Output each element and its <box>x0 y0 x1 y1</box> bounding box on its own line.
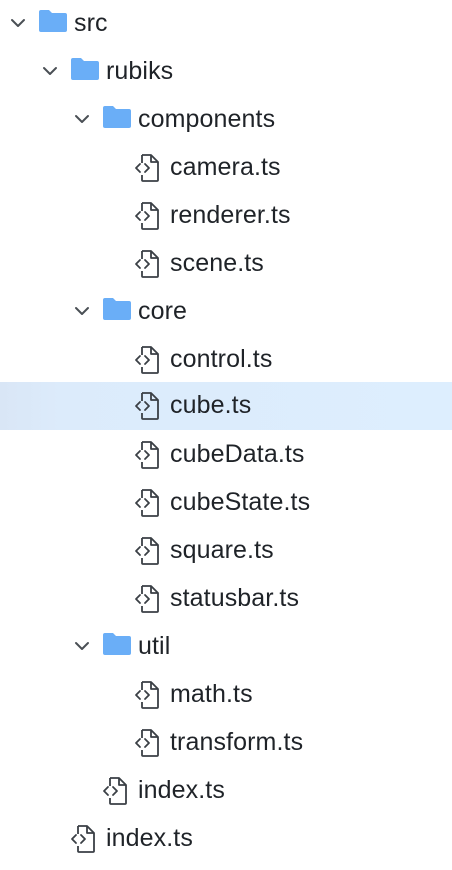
tree-file-square[interactable]: square.ts <box>0 527 452 575</box>
tree-folder-core[interactable]: core <box>0 288 452 336</box>
tree-file-statusbar[interactable]: statusbar.ts <box>0 575 452 623</box>
tree-item-label: cube.ts <box>170 391 252 419</box>
code-file-icon <box>135 346 159 374</box>
tree-item-label: renderer.ts <box>170 201 291 229</box>
folder-icon <box>103 106 131 128</box>
code-file-icon <box>135 585 159 613</box>
tree-file-scene[interactable]: scene.ts <box>0 240 452 288</box>
tree-item-label: math.ts <box>170 680 253 708</box>
code-file-icon <box>71 825 95 853</box>
tree-file-transform[interactable]: transform.ts <box>0 719 452 767</box>
tree-item-label: index.ts <box>106 824 193 852</box>
code-file-icon <box>135 681 159 709</box>
tree-folder-src[interactable]: src <box>0 0 452 48</box>
folder-icon <box>39 10 67 32</box>
chevron-down-icon[interactable] <box>41 62 59 80</box>
folder-icon <box>71 58 99 80</box>
code-file-icon <box>103 777 127 805</box>
tree-item-label: transform.ts <box>170 728 304 756</box>
tree-file-cube[interactable]: cube.ts <box>0 382 452 430</box>
code-file-icon <box>135 202 159 230</box>
tree-folder-rubiks[interactable]: rubiks <box>0 48 452 96</box>
tree-file-math[interactable]: math.ts <box>0 671 452 719</box>
chevron-down-icon[interactable] <box>73 637 91 655</box>
tree-item-label: components <box>138 105 276 133</box>
tree-item-label: src <box>74 9 108 37</box>
tree-item-label: camera.ts <box>170 153 281 181</box>
tree-file-camera[interactable]: camera.ts <box>0 144 452 192</box>
tree-item-label: square.ts <box>170 536 274 564</box>
tree-item-label: scene.ts <box>170 249 264 277</box>
code-file-icon <box>135 537 159 565</box>
tree-item-label: cubeState.ts <box>170 488 311 516</box>
code-file-icon <box>135 729 159 757</box>
code-file-icon <box>135 154 159 182</box>
tree-item-label: core <box>138 297 188 325</box>
tree-folder-components[interactable]: components <box>0 96 452 144</box>
tree-item-label: statusbar.ts <box>170 584 300 612</box>
tree-file-cubedata[interactable]: cubeData.ts <box>0 431 452 479</box>
tree-item-label: cubeData.ts <box>170 440 305 468</box>
code-file-icon <box>135 441 159 469</box>
chevron-down-icon[interactable] <box>73 110 91 128</box>
code-file-icon <box>135 489 159 517</box>
folder-icon <box>103 633 131 655</box>
tree-item-label: index.ts <box>138 776 225 804</box>
chevron-down-icon[interactable] <box>9 14 27 32</box>
tree-item-label: control.ts <box>170 345 273 373</box>
tree-file-control[interactable]: control.ts <box>0 336 452 384</box>
folder-icon <box>103 298 131 320</box>
tree-folder-util[interactable]: util <box>0 623 452 671</box>
file-tree: src rubiks components camera.ts renderer… <box>0 0 452 870</box>
tree-file-renderer[interactable]: renderer.ts <box>0 192 452 240</box>
tree-item-label: rubiks <box>106 57 174 85</box>
code-file-icon <box>135 392 159 420</box>
tree-file-rubiks-index[interactable]: index.ts <box>0 767 452 815</box>
tree-item-label: util <box>138 632 171 660</box>
tree-file-src-index[interactable]: index.ts <box>0 815 452 863</box>
chevron-down-icon[interactable] <box>73 302 91 320</box>
code-file-icon <box>135 250 159 278</box>
tree-file-cubestate[interactable]: cubeState.ts <box>0 479 452 527</box>
